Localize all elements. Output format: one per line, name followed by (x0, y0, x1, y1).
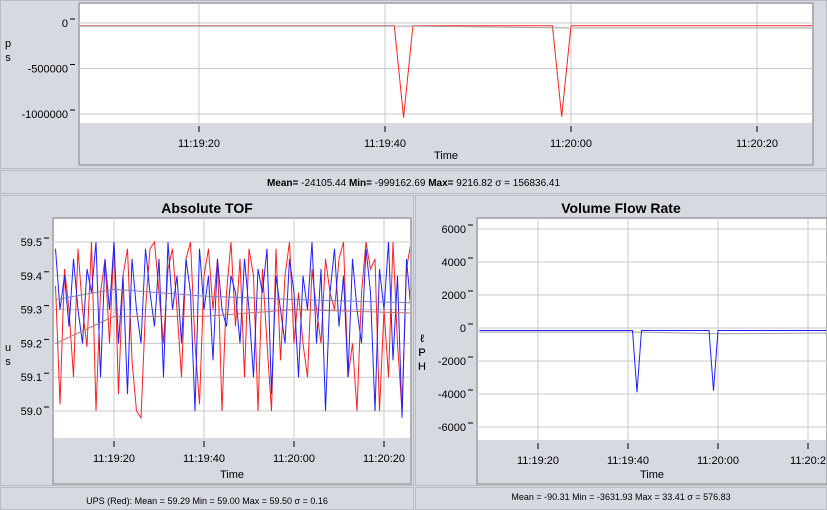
y-tick-label: 59.1 (21, 372, 42, 384)
x-tick-label: 11:19:40 (607, 455, 649, 467)
y-tick-label: -6000 (438, 422, 466, 434)
vfr-chart-plot: 6000 4000 2000 0 -2000 -4000 -6000 11:19:20 11:1… (438, 217, 827, 485)
y-tick-label: 2000 (442, 290, 466, 302)
y-tick-label: 0 (62, 18, 68, 30)
top-chart-plot: 0 -500000 -1000000 11:19:20 11:19:40 11:20:00… (22, 2, 814, 166)
x-axis-label: Time (640, 469, 664, 481)
y-tick-label: 6000 (442, 224, 466, 236)
y-tick-label: 59.4 (21, 271, 42, 283)
x-axis-label: Time (434, 150, 458, 162)
y-tick-label: -4000 (438, 389, 466, 401)
x-axis-label: Time (220, 469, 244, 481)
x-tick-label: 11:20:00 (550, 138, 592, 150)
x-tick-label: 11:19:20 (178, 138, 220, 150)
plot-area (80, 4, 812, 123)
x-tick-label: 11:20:2 (790, 455, 826, 467)
x-tick-label: 11:20:20 (736, 138, 778, 150)
y-tick-label: 59.0 (21, 406, 42, 418)
y-tick-label: -2000 (438, 356, 466, 368)
y-tick-label: 59.2 (21, 338, 42, 350)
x-tick-label: 11:19:20 (517, 455, 559, 467)
charts-layer: 0 -500000 -1000000 11:19:20 11:19:40 11:20:00… (21, 2, 827, 485)
x-tick-label: 11:19:40 (364, 138, 406, 150)
x-tick-label: 11:20:00 (697, 455, 739, 467)
x-tick-label: 11:20:20 (363, 453, 405, 465)
y-tick-label: 59.5 (21, 237, 42, 249)
x-tick-label: 11:19:20 (93, 453, 135, 465)
y-tick-label: -500000 (28, 64, 68, 76)
y-tick-label: 59.3 (21, 305, 42, 317)
y-tick-label: 4000 (442, 257, 466, 269)
x-tick-label: 11:19:40 (183, 453, 225, 465)
y-tick-label: 0 (460, 323, 466, 335)
x-tick-label: 11:20:00 (273, 453, 315, 465)
y-tick-label: -1000000 (22, 109, 69, 121)
tof-chart-plot: 59.5 59.4 59.3 59.2 59.1 59.0 11:19:20 11:19:40… (21, 217, 412, 485)
plot-area (478, 219, 826, 440)
